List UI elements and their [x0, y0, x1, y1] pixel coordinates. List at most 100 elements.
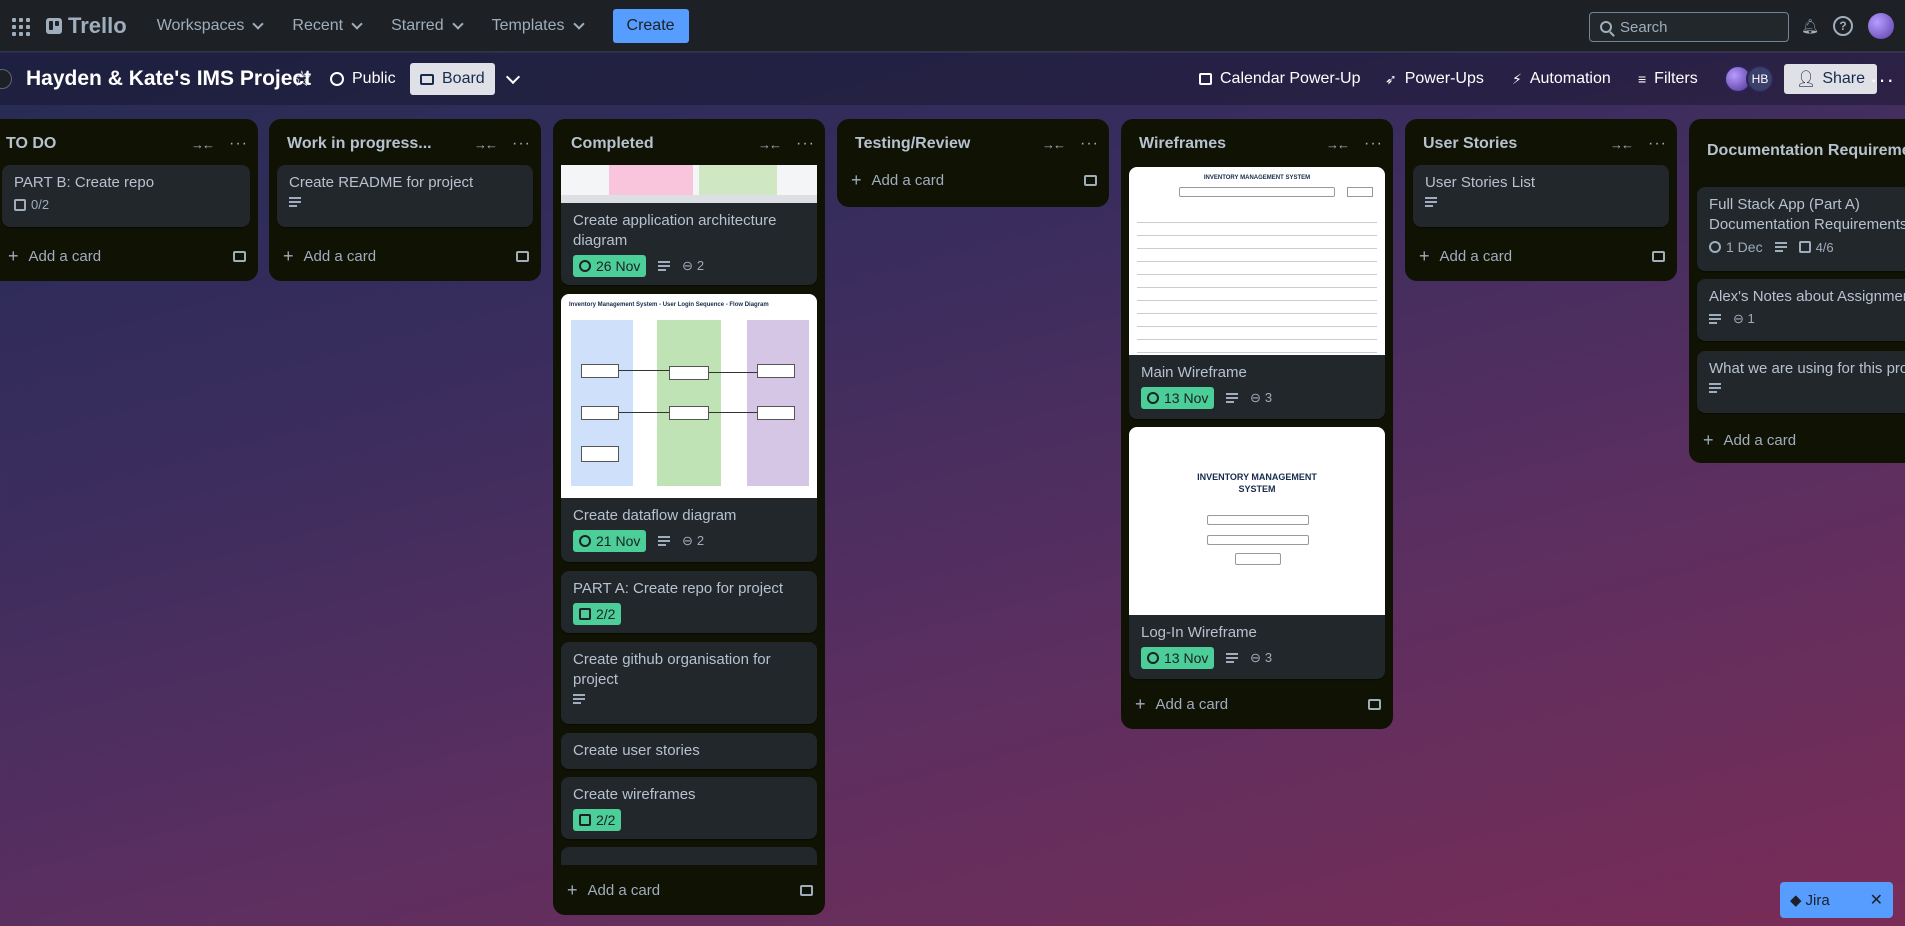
checklist-icon	[1798, 241, 1811, 253]
list-work-in-progress: Work in progress... →← ··· Create README …	[269, 119, 541, 281]
calendar-powerup-button[interactable]: Calendar Power-Up	[1189, 63, 1371, 95]
card[interactable]: Create README for project	[277, 165, 533, 227]
board-menu-icon[interactable]: ···	[1870, 67, 1895, 93]
due-date-badge[interactable]: 1 Dec	[1709, 239, 1763, 255]
due-date-badge[interactable]: 26 Nov	[573, 255, 647, 277]
card[interactable]: Create github organisation for project	[561, 642, 817, 724]
add-card-button[interactable]: + Add a card	[2, 241, 218, 271]
add-card-button[interactable]: + Add a card	[561, 875, 785, 905]
due-date: 1 Dec	[1726, 239, 1763, 255]
card[interactable]: Inventory Management System - User Login…	[561, 294, 817, 562]
add-card-button[interactable]: + Add a card	[1413, 241, 1637, 271]
card[interactable]: PART A: Create repo for project 2/2	[561, 571, 817, 633]
card[interactable]: What we are using for this project	[1697, 351, 1905, 413]
card[interactable]	[561, 847, 817, 865]
help-icon[interactable]: ?	[1833, 16, 1853, 36]
description-icon	[289, 197, 301, 207]
card-template-icon[interactable]	[516, 251, 529, 262]
list-cards-scroll[interactable]: Create application architecture diagram …	[553, 165, 825, 865]
list-title[interactable]: Documentation Requirements	[1701, 141, 1905, 161]
checklist-count: 4/6	[1815, 239, 1834, 255]
collapse-icon[interactable]: →←	[1610, 137, 1634, 152]
account-avatar[interactable]	[1868, 13, 1894, 39]
collapse-icon[interactable]: →←	[191, 137, 215, 152]
list-title[interactable]: Completed	[565, 135, 758, 153]
card-template-icon[interactable]	[1084, 175, 1097, 186]
collapse-icon[interactable]: →←	[758, 137, 782, 152]
card[interactable]: Create application architecture diagram …	[561, 165, 817, 285]
list-documentation-requirements: Documentation Requirements Full Stack Ap…	[1689, 119, 1905, 463]
paperclip-icon: ⊘	[1729, 309, 1748, 328]
checklist-count: 0/2	[31, 197, 50, 212]
share-button[interactable]: 👤︎ Share	[1784, 64, 1878, 94]
list-menu-icon[interactable]: ···	[1648, 135, 1667, 153]
collapse-icon[interactable]: →←	[1042, 137, 1066, 152]
view-switcher-chevron-icon[interactable]	[505, 69, 521, 85]
filters-button[interactable]: ≡ Filters	[1628, 63, 1708, 95]
due-date-badge[interactable]: 13 Nov	[1141, 387, 1215, 409]
board-view-button[interactable]: Board	[410, 63, 495, 95]
add-card-button[interactable]: + Add a card	[277, 241, 501, 271]
list-menu-icon[interactable]: ···	[796, 135, 815, 153]
board-title[interactable]: Hayden & Kate's IMS Project	[26, 67, 311, 91]
list-menu-icon[interactable]: ···	[1080, 135, 1099, 153]
due-date-badge[interactable]: 21 Nov	[573, 530, 647, 552]
create-button[interactable]: Create	[612, 8, 689, 43]
card[interactable]: Full Stack App (Part A) Documentation Re…	[1697, 187, 1905, 271]
card-template-icon[interactable]	[1368, 699, 1381, 710]
card-template-icon[interactable]	[233, 251, 246, 262]
calendar-icon	[1199, 73, 1212, 85]
templates-menu[interactable]: Templates	[482, 11, 597, 41]
collapse-icon[interactable]: →←	[1326, 137, 1350, 152]
powerups-button[interactable]: ➶ Power-Ups	[1375, 63, 1494, 95]
member-avatar-initials[interactable]: HB	[1746, 65, 1774, 93]
due-date-badge[interactable]: 13 Nov	[1141, 647, 1215, 669]
star-icon[interactable]: ☆	[292, 66, 312, 92]
list-header: Work in progress... →← ···	[281, 129, 531, 159]
card[interactable]: Create wireframes 2/2	[561, 777, 817, 839]
card-template-icon[interactable]	[800, 885, 813, 896]
add-card-button[interactable]: + Add a card	[1697, 425, 1879, 455]
list-menu-icon[interactable]: ···	[1364, 135, 1383, 153]
chevron-down-icon	[572, 17, 585, 30]
card[interactable]: PART B: Create repo 0/2	[2, 165, 250, 227]
list-title[interactable]: TO DO	[0, 135, 191, 153]
add-card-button[interactable]: + Add a card	[845, 165, 1069, 195]
list-title[interactable]: Work in progress...	[281, 135, 474, 153]
starred-menu[interactable]: Starred	[381, 11, 475, 41]
card[interactable]: INVENTORY MANAGEMENT SYSTEM Main Wirefra…	[1129, 167, 1385, 419]
list-menu-icon[interactable]: ···	[512, 135, 531, 153]
collapse-icon[interactable]: →←	[474, 137, 498, 152]
card-template-icon[interactable]	[1652, 251, 1665, 262]
list-completed: Completed →← ··· Create application archi…	[553, 119, 825, 915]
card-title: PART A: Create repo for project	[573, 580, 784, 597]
jira-widget[interactable]: ◆ Jira ✕	[1780, 882, 1893, 918]
list-title[interactable]: User Stories	[1417, 135, 1610, 153]
paperclip-icon: ⊘	[1247, 648, 1266, 667]
card[interactable]: INVENTORY MANAGEMENT SYSTEM Log-In Wiref…	[1129, 427, 1385, 679]
visibility-button[interactable]: Public	[320, 63, 406, 95]
list-menu-icon[interactable]: ···	[229, 135, 248, 153]
card[interactable]: User Stories List	[1413, 165, 1669, 227]
add-card-button[interactable]: + Add a card	[1129, 689, 1353, 719]
search-input[interactable]: Search	[1589, 12, 1789, 42]
powerups-label: Power-Ups	[1404, 70, 1484, 87]
automation-button[interactable]: ⚡︎ Automation	[1502, 63, 1621, 95]
list-title[interactable]: Testing/Review	[849, 135, 1042, 153]
recent-menu[interactable]: Recent	[282, 11, 375, 41]
card[interactable]: Create user stories	[561, 733, 817, 769]
share-label: Share	[1822, 70, 1866, 87]
notifications-icon[interactable]: 🔔︎	[1800, 16, 1820, 36]
sidebar-expand-button[interactable]	[0, 69, 12, 89]
trello-logo[interactable]: Trello	[46, 13, 127, 39]
checklist-count: 2/2	[596, 812, 616, 828]
list-header: Completed →← ···	[565, 129, 815, 159]
list-title[interactable]: Wireframes	[1133, 135, 1326, 153]
workspaces-menu[interactable]: Workspaces	[147, 11, 277, 41]
description-icon	[573, 694, 585, 704]
close-icon[interactable]: ✕	[1870, 890, 1883, 910]
card[interactable]: Alex's Notes about Assignment ⊘ 1	[1697, 279, 1905, 341]
app-switcher-icon[interactable]	[10, 16, 30, 36]
add-card-label: Add a card	[303, 247, 377, 265]
plus-icon: +	[283, 245, 294, 266]
